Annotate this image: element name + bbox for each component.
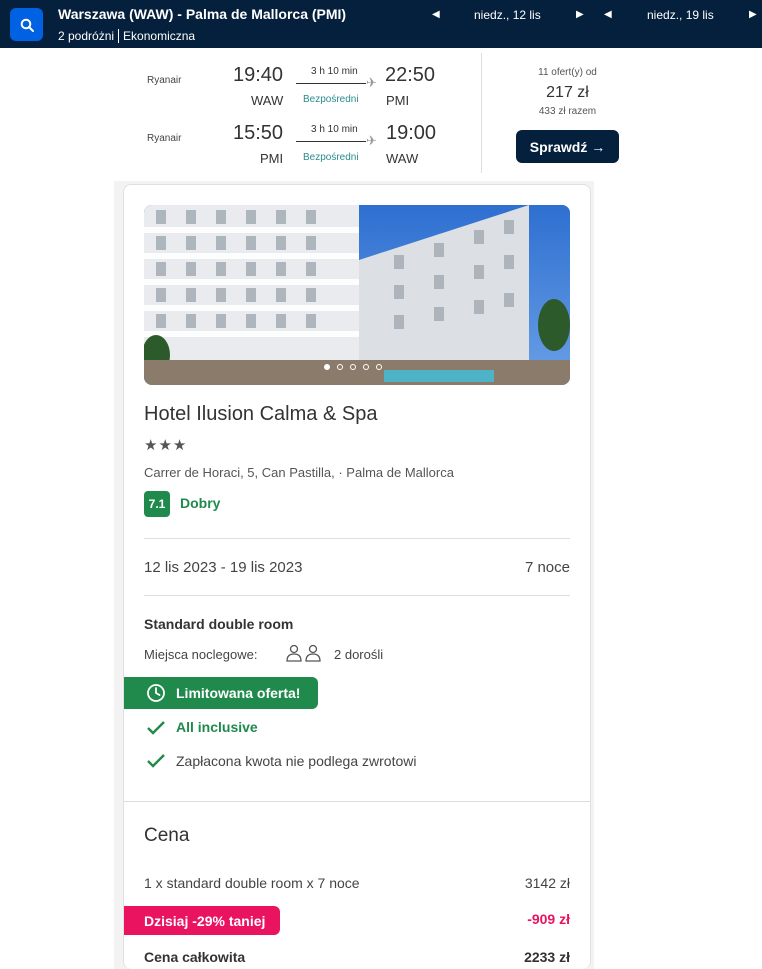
- airline-name: Ryanair: [147, 75, 182, 86]
- room-type: Standard double room: [144, 616, 294, 632]
- travellers-count: 2 podróżni: [58, 29, 115, 43]
- star-rating: ★★★: [144, 437, 188, 454]
- departure-code: PMI: [260, 151, 284, 166]
- carousel-dot[interactable]: [324, 364, 330, 370]
- arrival-code: WAW: [386, 151, 419, 166]
- divider: [481, 53, 482, 173]
- search-icon: [20, 18, 34, 32]
- review-score: 7.1: [144, 491, 170, 517]
- clock-icon: [147, 684, 165, 702]
- stay-dates: 12 lis 2023 - 19 lis 2023: [144, 559, 303, 576]
- hotel-name[interactable]: Hotel Ilusion Calma & Spa: [144, 403, 377, 426]
- search-header: Warszawa (WAW) - Palma de Mallorca (PMI)…: [0, 0, 762, 48]
- departure-time: 15:50: [233, 122, 284, 144]
- next-return-date-icon[interactable]: ▶: [749, 9, 757, 20]
- next-depart-date-icon[interactable]: ▶: [576, 9, 584, 20]
- flight-price: 217 zł: [546, 84, 589, 101]
- stops-label: Bezpośredni: [303, 94, 359, 105]
- divider: [144, 595, 570, 596]
- stops-label: Bezpośredni: [303, 152, 359, 163]
- photo-carousel-dots[interactable]: [324, 364, 382, 370]
- check-icon: [147, 754, 165, 768]
- perk-non-refundable: Zapłacona kwota nie podlega zwrotowi: [176, 753, 417, 769]
- route-title[interactable]: Warszawa (WAW) - Palma de Mallorca (PMI): [58, 6, 346, 22]
- carousel-dot[interactable]: [350, 364, 356, 370]
- hotel-photo[interactable]: [144, 205, 570, 385]
- total-price-value: 2233 zł: [524, 949, 570, 965]
- discount-value: -909 zł: [527, 911, 570, 927]
- plane-icon: ✈: [366, 75, 377, 90]
- cabin-class: Ekonomiczna: [123, 29, 196, 43]
- discount-badge: Dzisiaj -29% taniej: [124, 906, 280, 935]
- price-section-title: Cena: [144, 825, 190, 846]
- guests-icon: [286, 644, 321, 662]
- total-price-label: Cena całkowita: [144, 949, 246, 965]
- arrival-time: 19:00: [386, 122, 437, 144]
- arrival-time: 22:50: [385, 64, 436, 86]
- plane-icon: ✈: [366, 133, 377, 148]
- return-date[interactable]: niedz., 19 lis: [647, 8, 714, 22]
- arrival-code: PMI: [386, 93, 410, 108]
- price-line-label: 1 x standard double room x 7 noce: [144, 875, 360, 891]
- flight-summary[interactable]: Ryanair 19:40 WAW 3 h 10 min ✈ Bezpośred…: [143, 53, 483, 173]
- check-flight-button[interactable]: Sprawdź →: [516, 130, 619, 163]
- review-label: Dobry: [180, 495, 221, 511]
- hotel-address: Carrer de Horaci, 5, Can Pastilla, · Pal…: [144, 465, 454, 480]
- divider: [144, 538, 570, 539]
- divider: [118, 29, 120, 43]
- carousel-dot[interactable]: [337, 364, 343, 370]
- travellers-cabin[interactable]: 2 podróżni Ekonomiczna: [58, 29, 195, 43]
- airline-name: Ryanair: [147, 133, 182, 144]
- search-button[interactable]: [10, 8, 43, 41]
- flight-line: [296, 83, 366, 84]
- flight-offers: 11 ofert(y) od 217 zł 433 zł razem: [515, 67, 620, 117]
- outbound-leg: Ryanair 19:40 WAW 3 h 10 min ✈ Bezpośred…: [143, 53, 483, 108]
- prev-depart-date-icon[interactable]: ◀: [432, 9, 440, 20]
- departure-time: 19:40: [233, 64, 284, 86]
- inbound-leg: Ryanair 15:50 PMI 3 h 10 min ✈ Bezpośred…: [143, 111, 483, 166]
- flight-line: [296, 141, 366, 142]
- flight-duration: 3 h 10 min: [311, 66, 358, 77]
- stay-nights: 7 noce: [524, 559, 570, 576]
- flight-duration: 3 h 10 min: [311, 124, 358, 135]
- departure-code: WAW: [251, 93, 284, 108]
- carousel-dot[interactable]: [376, 364, 382, 370]
- divider: [124, 801, 590, 802]
- flight-total: 433 zł razem: [538, 106, 597, 117]
- perk-all-inclusive: All inclusive: [176, 719, 258, 735]
- carousel-dot[interactable]: [363, 364, 369, 370]
- price-line-value: 3142 zł: [524, 875, 570, 891]
- offers-count: 11 ofert(y) od: [538, 67, 597, 78]
- guests-count: 2 dorośli: [334, 647, 384, 662]
- beds-label: Miejsca noclegowe:: [144, 647, 258, 662]
- check-icon: [147, 721, 165, 735]
- depart-date[interactable]: niedz., 12 lis: [474, 8, 541, 22]
- hotel-building-image: [144, 205, 570, 385]
- prev-return-date-icon[interactable]: ◀: [604, 9, 612, 20]
